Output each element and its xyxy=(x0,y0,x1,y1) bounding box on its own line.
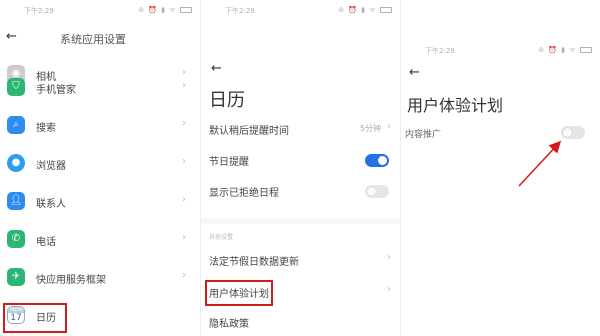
list-item-label: 浏览器 xyxy=(36,161,66,172)
holiday-reminder-toggle[interactable] xyxy=(365,154,389,167)
list-item-label: 联系人 xyxy=(36,199,66,210)
person-icon: 👤︎ xyxy=(7,192,25,210)
status-time: 下午2:29 xyxy=(225,7,255,15)
row-label: 显示已拒绝日程 xyxy=(209,188,279,199)
chevron-right-icon: › xyxy=(182,232,186,243)
show-declined-row: 显示已拒绝日程 xyxy=(201,176,400,206)
holiday-data-update-row[interactable]: 法定节假日数据更新 › xyxy=(201,245,400,275)
search-icon: ⌕ xyxy=(7,116,25,134)
chevron-right-icon: › xyxy=(387,252,391,263)
privacy-policy-row[interactable]: 隐私政策 xyxy=(201,307,400,336)
list-item-phone-manager[interactable]: ⛉ 手机管家 › xyxy=(0,69,200,109)
shield-icon: ⛉ xyxy=(7,78,25,96)
page-title: 系统应用设置 xyxy=(60,33,126,46)
row-label: 默认稍后提醒时间 xyxy=(209,126,289,137)
chevron-right-icon: › xyxy=(387,121,391,132)
section-label: 其他设置 xyxy=(209,234,234,241)
row-label: 法定节假日数据更新 xyxy=(209,257,299,268)
highlight-box xyxy=(3,303,67,333)
holiday-reminder-row: 节日提醒 xyxy=(201,145,400,175)
chevron-right-icon: › xyxy=(182,194,186,205)
highlight-box xyxy=(205,280,273,306)
list-item-label: 电话 xyxy=(36,237,56,248)
status-bar: 下午2:29 ⊘ ⏰ ▮ ᯤ xyxy=(0,6,200,18)
list-item-label: 手机管家 xyxy=(36,85,76,96)
status-icons: ⊘ ⏰ ▮ ᯤ xyxy=(138,6,192,15)
toggle-knob xyxy=(378,156,387,165)
chevron-right-icon: › xyxy=(387,284,391,295)
list-item-label: 快应用服务框架 xyxy=(36,275,106,286)
red-arrow-annotation xyxy=(518,140,562,187)
row-value: 5分钟 xyxy=(359,124,381,133)
section-divider xyxy=(201,218,400,224)
list-item-contacts[interactable]: 👤︎ 联系人 › xyxy=(0,183,200,223)
browser-icon: ● xyxy=(7,154,25,172)
chevron-right-icon: › xyxy=(182,270,186,281)
list-item-browser[interactable]: ● 浏览器 › xyxy=(0,145,200,185)
battery-icon xyxy=(380,7,392,13)
status-bar: 下午2:29 ⊘ ⏰ ▮ ᯤ xyxy=(201,6,400,18)
status-icons: ⊘ ⏰ ▮ ᯤ xyxy=(338,6,392,15)
system-app-settings-screen: 下午2:29 ⊘ ⏰ ▮ ᯤ ← 系统应用设置 ◉ 相机 › ⛉ 手机管家 › … xyxy=(0,0,200,336)
show-declined-toggle[interactable] xyxy=(365,185,389,198)
battery-icon xyxy=(180,7,192,13)
phone-icon: ✆ xyxy=(7,230,25,248)
list-item-quick-app[interactable]: ✈ 快应用服务框架 › xyxy=(0,259,200,299)
chevron-right-icon: › xyxy=(182,118,186,129)
user-experience-plan-screen: 下午2:29 ⊘ ⏰ ▮ ᯤ ← 用户体验计划 内容推广 xyxy=(400,0,600,336)
chevron-right-icon: › xyxy=(182,80,186,91)
default-reminder-row[interactable]: 默认稍后提醒时间 5分钟 › xyxy=(201,114,400,144)
list-item-search[interactable]: ⌕ 搜索 › xyxy=(0,107,200,147)
row-label: 隐私政策 xyxy=(209,319,249,330)
quickapp-icon: ✈ xyxy=(7,268,25,286)
chevron-right-icon: › xyxy=(182,156,186,167)
status-time: 下午2:29 xyxy=(24,7,54,15)
page-title: 日历 xyxy=(209,90,245,111)
toggle-knob xyxy=(367,187,376,196)
row-label: 节日提醒 xyxy=(209,157,249,168)
list-item-phone[interactable]: ✆ 电话 › xyxy=(0,221,200,261)
back-arrow-icon[interactable]: ← xyxy=(6,30,17,43)
back-arrow-icon[interactable]: ← xyxy=(211,62,222,75)
calendar-settings-screen: 下午2:29 ⊘ ⏰ ▮ ᯤ ← 日历 默认稍后提醒时间 5分钟 › 节日提醒 … xyxy=(200,0,400,336)
list-item-label: 搜索 xyxy=(36,123,56,134)
